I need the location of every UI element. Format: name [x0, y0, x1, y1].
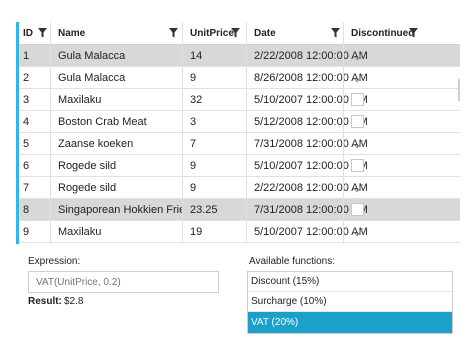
filter-icon[interactable]	[38, 28, 47, 38]
cell-name: Boston Crab Meat	[58, 116, 147, 128]
table-row[interactable]: 8Singaporean Hokkien Fried Mee23.257/31/…	[19, 199, 460, 221]
expression-label: Expression:	[28, 256, 81, 267]
cell-id: 1	[23, 50, 30, 62]
column-divider	[246, 22, 247, 244]
filter-icon[interactable]	[231, 28, 240, 38]
cell-id: 9	[23, 226, 30, 238]
cell-unitprice: 7	[190, 138, 197, 150]
table-row[interactable]: 2 Gula Malacca 9 8/26/2008 12:00:00 AM	[19, 67, 460, 89]
discontinued-checkbox[interactable]	[351, 159, 364, 172]
column-divider	[182, 22, 183, 244]
table-row[interactable]: 6 Rogede sild 9 5/10/2007 12:00:00 AM	[19, 155, 460, 177]
cell-name: Zaanse koeken	[58, 138, 134, 150]
discontinued-checkbox[interactable]	[351, 115, 364, 128]
table-row[interactable]: 1 Gula Malacca 14 2/22/2008 12:00:00 AM	[19, 45, 460, 67]
table-row[interactable]: 7 Rogede sild 9 2/22/2008 12:00:00 AM	[19, 177, 460, 199]
cell-id: 4	[23, 116, 30, 128]
cell-unitprice: 32	[190, 94, 203, 106]
function-item[interactable]: Surcharge (10%)	[248, 292, 452, 312]
check-icon	[353, 140, 364, 149]
filter-icon[interactable]	[331, 28, 340, 38]
result-label: Result:	[28, 296, 62, 307]
discontinued-checkbox[interactable]	[351, 137, 364, 150]
cell-unitprice: 19	[190, 226, 203, 238]
function-item[interactable]: Discount (15%)	[248, 272, 452, 292]
table-row[interactable]: 5 Zaanse koeken 7 7/31/2008 12:00:00 AM	[19, 133, 460, 155]
table-row[interactable]: 4 Boston Crab Meat 3 5/12/2008 12:00:00 AM	[19, 111, 460, 133]
discontinued-checkbox[interactable]	[351, 49, 364, 62]
column-divider	[343, 22, 344, 244]
cell-unitprice: 9	[190, 160, 197, 172]
cell-name: Maxilaku	[58, 226, 102, 238]
column-header-date[interactable]: Date	[250, 22, 276, 45]
discontinued-checkbox[interactable]	[351, 225, 364, 238]
cell-name: Maxilaku	[58, 94, 102, 106]
data-grid[interactable]: ID Name UnitPrice Date Discontinued 1 Gula Ma…	[16, 22, 460, 244]
column-header-discontinued[interactable]: Discontinued	[347, 22, 414, 45]
table-row[interactable]: 3 Maxilaku 32 5/10/2007 12:00:00 AM	[19, 89, 460, 111]
cell-unitprice: 14	[190, 50, 203, 62]
available-functions-list[interactable]: Discount (15%) Surcharge (10%) VAT (20%)	[247, 271, 453, 334]
filter-icon[interactable]	[409, 28, 418, 38]
function-item[interactable]: VAT (20%)	[248, 312, 452, 333]
grid-header: ID Name UnitPrice Date Discontinued	[19, 22, 460, 45]
scrollbar-thumb[interactable]	[458, 79, 460, 101]
cell-name: Rogede sild	[58, 160, 117, 172]
cell-id: 7	[23, 182, 30, 194]
cell-id: 5	[23, 138, 30, 150]
cell-id: 3	[23, 94, 30, 106]
cell-id: 6	[23, 160, 30, 172]
filter-icon[interactable]	[169, 28, 178, 38]
discontinued-checkbox[interactable]	[351, 203, 364, 216]
expression-input[interactable]	[28, 271, 219, 293]
cell-id: 2	[23, 72, 30, 84]
cell-name: Gula Malacca	[58, 72, 126, 84]
column-header-id[interactable]: ID	[19, 22, 33, 45]
check-icon	[353, 228, 364, 237]
cell-unitprice: 3	[190, 116, 197, 128]
cell-unitprice: 9	[190, 182, 197, 194]
check-icon	[353, 74, 364, 83]
available-functions-label: Available functions:	[249, 256, 335, 267]
discontinued-checkbox[interactable]	[351, 93, 364, 106]
cell-name: Rogede sild	[58, 182, 117, 194]
cell-unitprice: 9	[190, 72, 197, 84]
vertical-scrollbar[interactable]	[456, 45, 460, 244]
cell-name: Singaporean Hokkien Fried Mee	[58, 204, 182, 216]
column-header-unitprice[interactable]: UnitPrice	[186, 22, 234, 45]
discontinued-checkbox[interactable]	[351, 71, 364, 84]
cell-name: Gula Malacca	[58, 50, 126, 62]
check-icon	[353, 184, 364, 193]
discontinued-checkbox[interactable]	[351, 181, 364, 194]
cell-id: 8	[23, 204, 30, 216]
cell-unitprice: 23.25	[190, 204, 218, 216]
result-value: $2.8	[64, 296, 84, 307]
check-icon	[353, 52, 364, 61]
table-row[interactable]: 9 Maxilaku 19 5/10/2007 12:00:00 AM	[19, 221, 460, 243]
column-header-name[interactable]: Name	[54, 22, 85, 45]
column-divider	[50, 22, 51, 244]
